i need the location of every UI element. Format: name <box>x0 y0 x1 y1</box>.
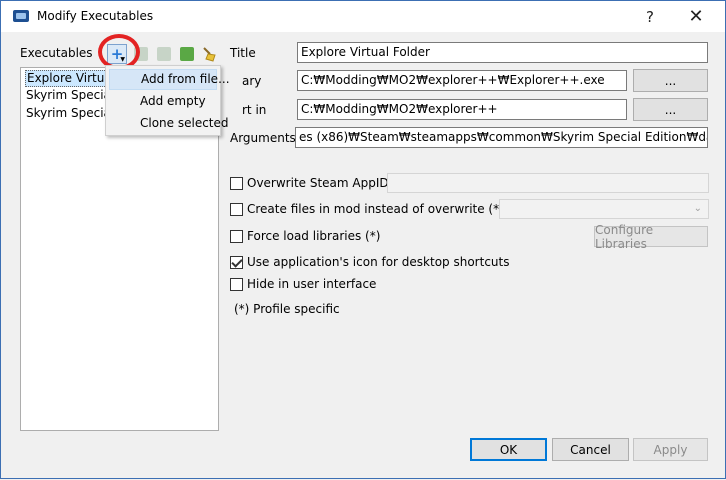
checkbox-label: Create files in mod instead of overwrite… <box>247 202 504 216</box>
use-app-icon-checkbox[interactable]: Use application's icon for desktop short… <box>230 255 509 269</box>
add-executable-button[interactable]: + ▼ <box>107 44 127 64</box>
dropdown-caret-icon: ▼ <box>120 56 125 63</box>
list-item[interactable]: Skyrim Special <box>25 106 115 123</box>
checkbox-box[interactable] <box>230 229 243 243</box>
checkbox-box[interactable] <box>230 176 243 190</box>
configure-libraries-button[interactable]: Configure Libraries <box>594 223 708 251</box>
start-in-input[interactable]: C:₩Modding₩MO2₩explorer++ <box>297 99 627 120</box>
checkbox-box[interactable] <box>230 277 243 291</box>
checkbox-label: Force load libraries (*) <box>247 229 381 243</box>
profile-specific-note: (*) Profile specific <box>234 302 340 316</box>
arrow-down-icon <box>180 47 194 61</box>
create-files-in-mod-checkbox[interactable]: Create files in mod instead of overwrite… <box>230 202 504 216</box>
force-load-libraries-checkbox[interactable]: Force load libraries (*) <box>230 229 380 243</box>
checkbox-label: Hide in user interface <box>247 277 377 291</box>
list-item[interactable]: Explore Virtual <box>25 70 118 87</box>
binary-label: ary <box>242 74 262 88</box>
add-executable-menu: Add from file... Add empty Clone selecte… <box>105 65 230 136</box>
steam-appid-input[interactable] <box>387 173 709 193</box>
browse-start-in-button[interactable]: ... <box>633 98 708 121</box>
executables-label: Executables <box>20 46 93 60</box>
browse-binary-button[interactable]: ... <box>633 69 708 92</box>
arguments-label: Arguments <box>230 131 296 145</box>
reset-button[interactable] <box>199 44 219 64</box>
mod-select[interactable]: ⌄ <box>499 199 709 219</box>
help-button[interactable]: ? <box>627 1 673 32</box>
remove-icon <box>134 47 148 61</box>
cancel-button[interactable]: Cancel <box>552 438 629 461</box>
checkbox-box[interactable] <box>230 202 243 216</box>
move-up-button[interactable] <box>154 44 174 64</box>
title-input[interactable]: Explore Virtual Folder <box>297 42 708 63</box>
window-title: Modify Executables <box>37 9 154 23</box>
arrow-up-icon <box>157 47 171 61</box>
menu-item-add-empty[interactable]: Add empty <box>109 91 217 112</box>
broom-icon <box>203 47 216 62</box>
title-bar[interactable]: Modify Executables ? ✕ <box>1 1 725 32</box>
app-icon <box>13 10 29 22</box>
move-down-button[interactable] <box>177 44 197 64</box>
checkbox-label: Overwrite Steam AppID <box>247 176 389 190</box>
start-in-label: rt in <box>242 103 267 117</box>
arguments-input[interactable]: es (x86)₩Steam₩steamapps₩common₩Skyrim S… <box>295 127 708 148</box>
title-label: Title <box>230 46 256 60</box>
close-button[interactable]: ✕ <box>673 1 719 32</box>
remove-executable-button[interactable] <box>131 44 151 64</box>
overwrite-steam-appid-checkbox[interactable]: Overwrite Steam AppID <box>230 176 389 190</box>
menu-item-clone-selected[interactable]: Clone selected <box>109 113 229 134</box>
chevron-down-icon: ⌄ <box>693 203 702 214</box>
ok-button[interactable]: OK <box>470 438 547 461</box>
hide-in-ui-checkbox[interactable]: Hide in user interface <box>230 277 376 291</box>
apply-button[interactable]: Apply <box>633 438 708 461</box>
list-item[interactable]: Skyrim Special <box>25 88 115 105</box>
binary-input[interactable]: C:₩Modding₩MO2₩explorer++₩Explorer++.exe <box>297 70 627 91</box>
checkbox-box-checked[interactable] <box>230 255 243 269</box>
modify-executables-dialog: Modify Executables ? ✕ Executables + ▼ E… <box>0 0 726 479</box>
menu-item-add-from-file[interactable]: Add from file... <box>109 69 230 90</box>
checkbox-label: Use application's icon for desktop short… <box>247 255 510 269</box>
